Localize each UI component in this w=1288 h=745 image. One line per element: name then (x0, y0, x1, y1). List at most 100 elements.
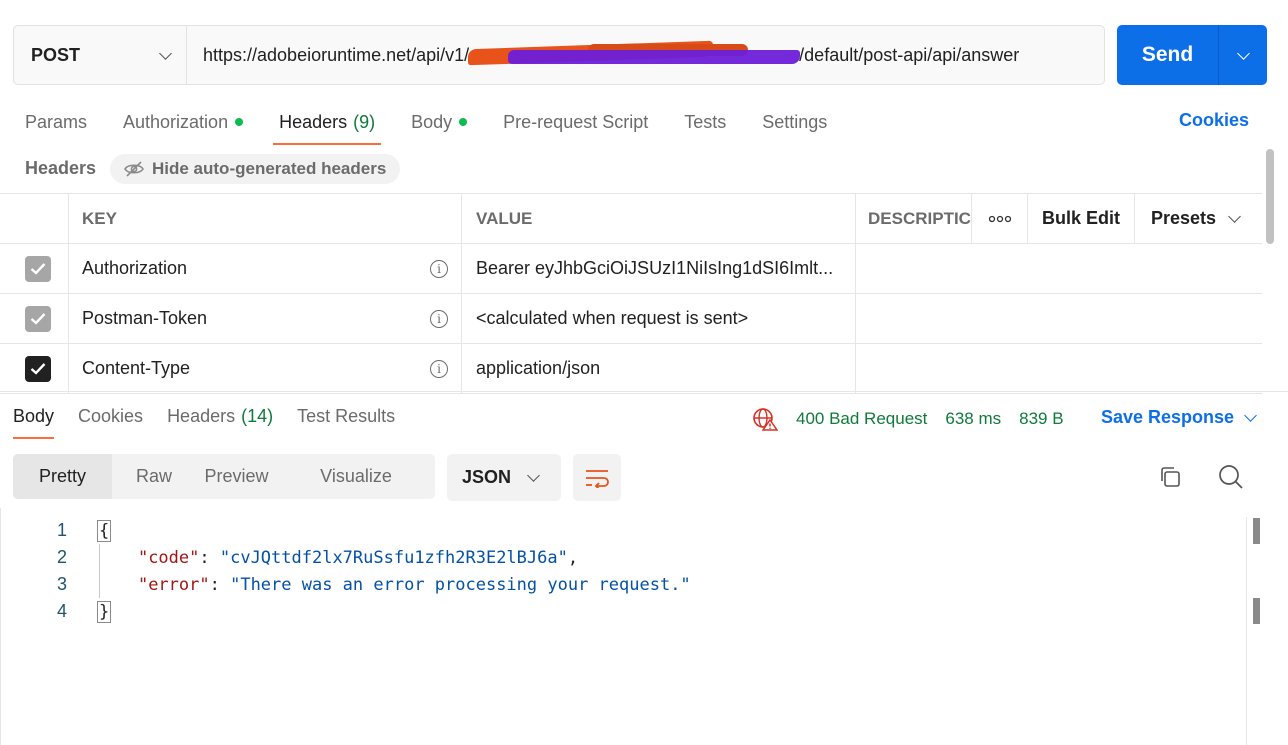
hide-auto-headers-label: Hide auto-generated headers (152, 159, 387, 178)
key-cell[interactable]: Authorization i (69, 244, 462, 293)
table-row: Postman-Token i <calculated when request i… (0, 294, 1262, 344)
tab-tests[interactable]: Tests (684, 108, 726, 136)
table-row: Authorization i Bearer eyJhbGciOiJSUzI1NiI… (0, 244, 1262, 294)
value-column-header: VALUE (462, 194, 856, 243)
info-icon[interactable]: i (430, 359, 448, 378)
key-cell[interactable]: Postman-Token i (69, 294, 462, 343)
json-key: "error" (137, 574, 210, 595)
line-number: 2 (56, 547, 67, 567)
copy-button[interactable] (1158, 465, 1182, 494)
format-tab-preview[interactable]: Preview (196, 454, 277, 499)
language-select[interactable]: JSON (447, 454, 561, 501)
status-code[interactable]: 400 Bad Request (796, 409, 927, 429)
description-cell[interactable] (856, 344, 1262, 393)
format-tab-raw[interactable]: Raw (112, 454, 196, 499)
presets-label: Presets (1151, 208, 1217, 228)
save-response-label: Save Response (1101, 407, 1235, 427)
response-tabs: Body Cookies Headers (14) Test Results (13, 406, 419, 439)
send-options-button[interactable] (1219, 25, 1267, 85)
json-value: "cvJQttdf2lx7RuSsfu1zfh2R3E2lBJ6a" (219, 547, 568, 568)
value-cell[interactable]: application/json (462, 344, 856, 393)
checkmark-icon (30, 263, 46, 275)
row-checkbox[interactable] (25, 305, 51, 332)
response-tab-body[interactable]: Body (13, 406, 55, 439)
description-cell[interactable] (856, 294, 1262, 343)
tab-label: Settings (762, 111, 828, 132)
tab-authorization[interactable]: Authorization (123, 108, 244, 136)
key-cell[interactable]: Content-Type i (69, 344, 462, 393)
tab-body[interactable]: Body (411, 108, 468, 136)
headers-scrollbar[interactable] (1266, 149, 1274, 244)
tab-label: Headers (167, 406, 236, 426)
description-cell[interactable] (856, 244, 1262, 293)
description-header-label: DESCRIPTIC (868, 208, 971, 228)
pane-divider[interactable] (0, 391, 1288, 392)
globe-warning-icon[interactable] (752, 407, 778, 431)
table-row: Content-Type i application/json (0, 344, 1262, 394)
line-number: 3 (56, 574, 67, 594)
tab-count: (9) (353, 111, 376, 132)
row-checkbox[interactable] (25, 255, 51, 282)
response-tab-test-results[interactable]: Test Results (297, 406, 395, 427)
status-dot-icon (459, 118, 468, 126)
chevron-down-icon (1228, 210, 1241, 223)
copy-icon (1161, 467, 1180, 487)
response-tab-cookies[interactable]: Cookies (78, 406, 143, 427)
open-brace: { (97, 519, 112, 542)
send-button[interactable]: Send (1117, 25, 1219, 85)
eye-off-icon (124, 161, 144, 177)
wrap-lines-icon (586, 469, 609, 488)
header-key: Authorization (82, 258, 188, 278)
header-value: <calculated when request is sent> (476, 308, 749, 328)
more-options-button[interactable] (971, 194, 1027, 243)
tab-label: Tests (684, 111, 727, 132)
checkbox-column-header (0, 194, 69, 243)
status-dot-icon (235, 118, 244, 126)
indent-guide (99, 544, 100, 598)
checkmark-icon (30, 313, 46, 325)
search-button[interactable] (1218, 464, 1244, 495)
description-column-header: DESCRIPTIC Bulk Edit Presets (856, 194, 1262, 243)
tab-label: Pre-request Script (503, 111, 649, 132)
json-key: "code" (137, 547, 200, 568)
presets-dropdown[interactable]: Presets (1134, 194, 1262, 243)
format-tab-visualize[interactable]: Visualize (277, 454, 435, 499)
tab-label: Authorization (123, 111, 229, 132)
value-cell[interactable]: Bearer eyJhbGciOiJSUzI1NiIsIng1dSI6Imlt.… (462, 244, 856, 293)
url-prefix: https://adobeioruntime.net/api/v1/ (203, 44, 470, 65)
value-cell[interactable]: <calculated when request is sent> (462, 294, 856, 343)
bulk-edit-button[interactable]: Bulk Edit (1027, 194, 1134, 243)
request-tabs: Params Authorization Headers (9) Body Pre-req… (25, 108, 863, 145)
method-select[interactable]: POST (14, 26, 187, 84)
tab-count: (14) (241, 406, 274, 426)
code-line: 1 { (0, 517, 1246, 544)
wrap-lines-button[interactable] (573, 454, 621, 501)
response-body-editor[interactable]: 1 { 2 "code": "cvJQttdf2lx7RuSsfu1zfh2R3… (0, 517, 1246, 625)
tab-settings[interactable]: Settings (762, 108, 827, 136)
info-icon[interactable]: i (430, 259, 448, 278)
chevron-down-icon (527, 469, 540, 482)
response-size[interactable]: 839 B (1019, 409, 1063, 429)
row-checkbox[interactable] (25, 355, 51, 382)
chevron-down-icon (1236, 46, 1250, 60)
cookies-link[interactable]: Cookies (1179, 110, 1249, 131)
header-value: application/json (476, 358, 601, 378)
tab-params[interactable]: Params (25, 108, 87, 136)
header-key: Content-Type (82, 358, 191, 378)
method-label: POST (31, 44, 81, 65)
tab-pre-request-script[interactable]: Pre-request Script (503, 108, 648, 136)
format-tab-pretty[interactable]: Pretty (13, 454, 112, 499)
response-tab-headers[interactable]: Headers (14) (167, 406, 273, 427)
code-line: 3 "error": "There was an error processin… (0, 571, 1246, 598)
response-time[interactable]: 638 ms (945, 409, 1001, 429)
search-icon (1219, 465, 1243, 489)
save-response-button[interactable]: Save Response (1101, 407, 1257, 428)
table-tools: Bulk Edit Presets (971, 194, 1262, 243)
header-key: Postman-Token (82, 308, 208, 328)
tab-headers[interactable]: Headers (9) (273, 108, 382, 145)
url-input[interactable]: https://adobeioruntime.net/api/v1/ /defa… (187, 26, 1104, 84)
hide-auto-headers-button[interactable]: Hide auto-generated headers (110, 154, 401, 184)
info-icon[interactable]: i (430, 309, 448, 328)
tab-label: Body (411, 111, 453, 132)
editor-scrollbar-track (1246, 517, 1247, 745)
